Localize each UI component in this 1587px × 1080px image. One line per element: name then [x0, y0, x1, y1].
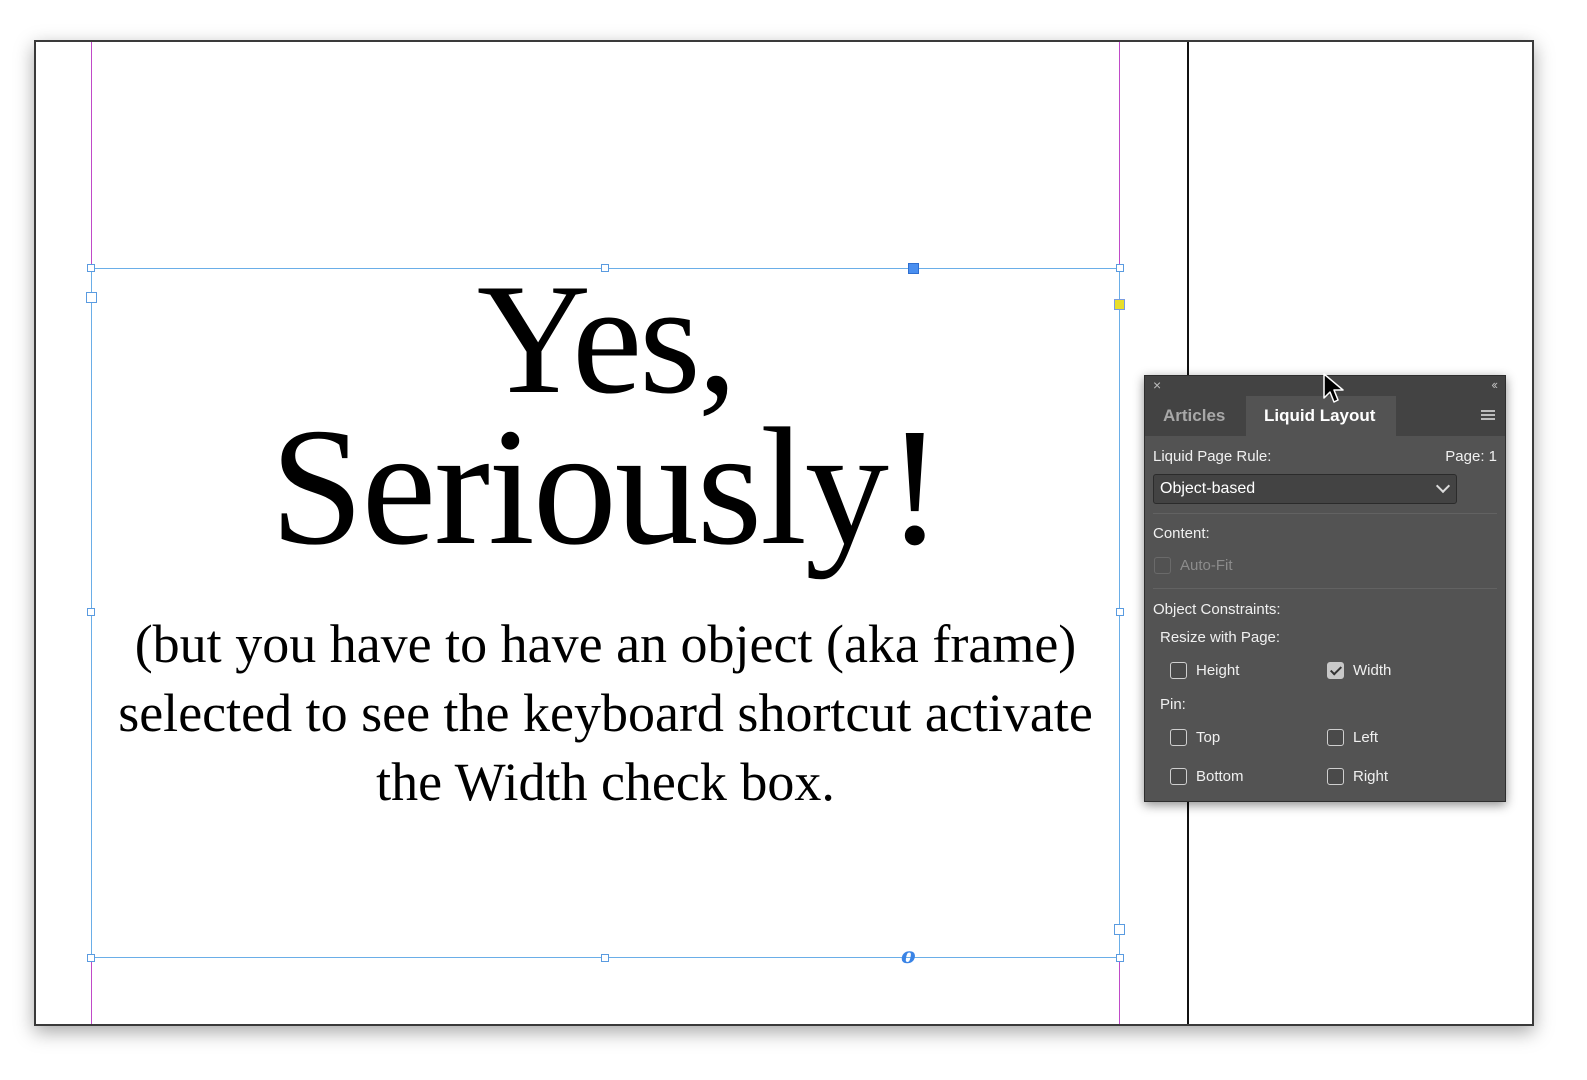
auto-fit-checkbox[interactable]	[1154, 557, 1171, 574]
liquid-page-rule-select[interactable]: Object-based	[1153, 474, 1457, 504]
handle-bottom-middle[interactable]	[601, 954, 609, 962]
divider	[1153, 513, 1497, 514]
body-line: the Width check box.	[376, 752, 835, 812]
body-line: (but you have to have an object (aka fra…	[134, 614, 1077, 674]
close-icon[interactable]: ×	[1153, 377, 1161, 393]
body-text: (but you have to have an object (aka fra…	[91, 610, 1120, 817]
pin-left-checkbox[interactable]	[1327, 729, 1344, 746]
divider	[1153, 588, 1497, 589]
resize-with-page-label: Resize with Page:	[1160, 629, 1281, 646]
panel-menu-icon[interactable]	[1481, 410, 1495, 422]
pin-top-checkbox[interactable]	[1170, 729, 1187, 746]
pin-bottom-label: Bottom	[1196, 768, 1244, 785]
headline-line-2: Seriously!	[270, 394, 943, 580]
handle-bottom-right[interactable]	[1116, 954, 1124, 962]
height-checkbox[interactable]	[1170, 662, 1187, 679]
chevron-down-icon	[1435, 478, 1451, 494]
content-label: Content:	[1153, 525, 1210, 542]
liquid-page-rule-label: Liquid Page Rule:	[1153, 448, 1272, 465]
pin-bottom-checkbox[interactable]	[1170, 768, 1187, 785]
page-indicator: Page: 1	[1445, 448, 1497, 465]
auto-fit-label: Auto-Fit	[1180, 557, 1233, 574]
width-checkbox[interactable]	[1327, 662, 1344, 679]
liquid-page-rule-value: Object-based	[1160, 480, 1256, 497]
liquid-layout-panel: × ‹‹ Articles Liquid Layout Liquid Page …	[1144, 375, 1506, 802]
pin-right-label: Right	[1353, 768, 1389, 785]
pin-label: Pin:	[1160, 696, 1186, 713]
width-label: Width	[1353, 662, 1392, 679]
pin-left-label: Left	[1353, 729, 1379, 746]
height-label: Height	[1196, 662, 1240, 679]
out-port-bottom[interactable]	[1114, 924, 1125, 935]
object-constraints-label: Object Constraints:	[1153, 601, 1281, 618]
collapse-icon[interactable]: ‹‹	[1491, 377, 1498, 392]
pin-top-label: Top	[1196, 729, 1221, 746]
tab-articles[interactable]: Articles	[1145, 396, 1245, 436]
body-line: selected to see the keyboard shortcut ac…	[118, 683, 1093, 743]
handle-bottom-left[interactable]	[87, 954, 95, 962]
mouse-pointer-icon	[1323, 373, 1344, 403]
pin-right-checkbox[interactable]	[1327, 768, 1344, 785]
anchored-object-icon[interactable]: o	[901, 943, 916, 969]
tab-liquid-layout[interactable]: Liquid Layout	[1246, 396, 1396, 436]
